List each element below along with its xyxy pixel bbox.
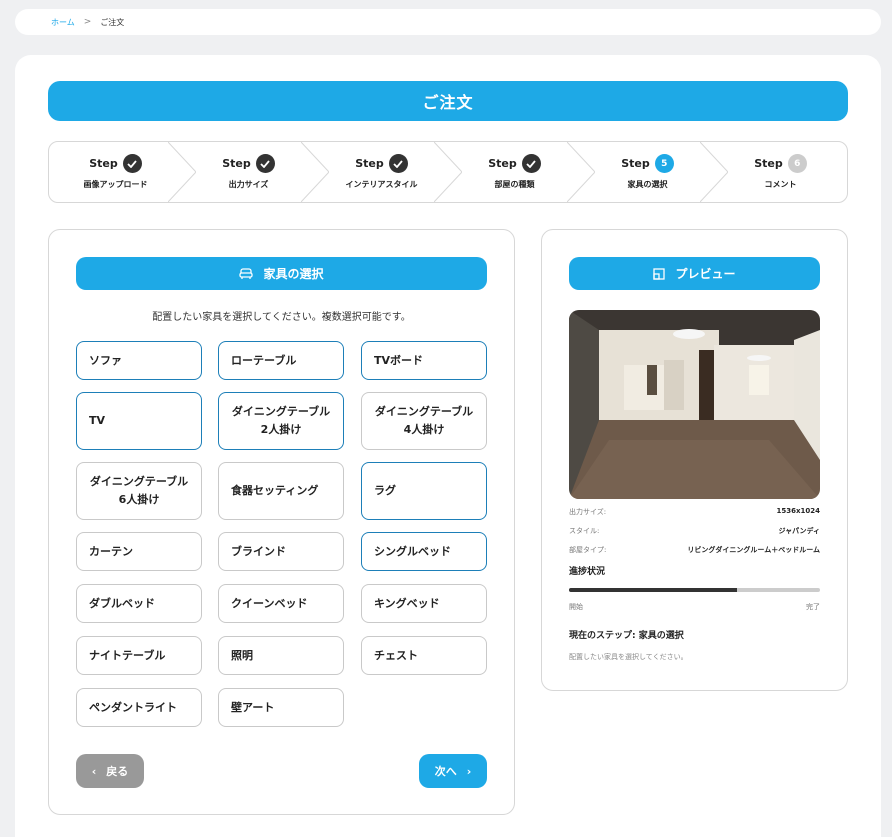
furniture-option[interactable]: シングルベッド [361, 532, 487, 571]
step-label: コメント [764, 180, 797, 189]
furniture-option[interactable]: ダブルベッド [76, 584, 202, 623]
furniture-option[interactable]: ソファ [76, 341, 202, 380]
furniture-panel-title: 家具の選択 [263, 267, 324, 281]
furniture-option[interactable]: 食器セッティング [218, 462, 344, 520]
preview-panel-header: プレビュー [569, 257, 820, 290]
chevron-right-icon: › [466, 764, 472, 778]
furniture-option[interactable]: ブラインド [218, 532, 344, 571]
furniture-option[interactable]: ダイニングテーブル 6人掛け [76, 462, 202, 520]
info-row-style: スタイル: ジャパンディ [569, 527, 820, 535]
order-card: ご注文 Step 画像アップロード Step 出力サイズ Step インテリアスタイル St… [15, 55, 881, 837]
next-button-label: 次へ [434, 765, 457, 778]
step-5: Step 5 家具の選択 [581, 142, 728, 202]
page-title: ご注文 [48, 81, 848, 121]
check-icon [521, 154, 541, 173]
progress-ends: 開始 完了 [569, 602, 820, 612]
next-button[interactable]: 次へ › [419, 754, 487, 788]
furniture-option[interactable]: ダイニングテーブル 2人掛け [218, 392, 344, 450]
step-word: Step [754, 157, 783, 170]
furniture-option[interactable]: ペンダントライト [76, 688, 202, 727]
furniture-option[interactable]: 照明 [218, 636, 344, 675]
progress-bar [569, 588, 820, 592]
furniture-panel-header: 家具の選択 [76, 257, 487, 290]
preview-icon [653, 267, 666, 280]
breadcrumb-current: ご注文 [100, 17, 125, 27]
info-row-room-type: 部屋タイプ: リビングダイニングルーム＋ベッドルーム [569, 546, 820, 554]
current-step-text: 現在のステップ: 家具の選択 [569, 631, 684, 641]
preview-panel: プレビュー 出力サイズ: 1536x1024 スタイル: ジャパンディ 部屋タイ… [541, 229, 848, 691]
furniture-instruction: 配置したい家具を選択してください。複数選択可能です。 [152, 312, 411, 323]
furniture-option[interactable]: TVボード [361, 341, 487, 380]
step-number-badge: 6 [787, 154, 807, 173]
breadcrumb-separator: > [83, 17, 92, 27]
step-word: Step [89, 157, 118, 170]
furniture-option[interactable]: クイーンベッド [218, 584, 344, 623]
back-button-label: 戻る [106, 765, 129, 778]
check-icon [255, 154, 275, 173]
furniture-option[interactable]: カーテン [76, 532, 202, 571]
furniture-option[interactable]: 壁アート [218, 688, 344, 727]
check-icon [122, 154, 142, 173]
step-4: Step 部屋の種類 [448, 142, 595, 202]
step-label: 家具の選択 [627, 180, 668, 189]
furniture-option[interactable]: キングベッド [361, 584, 487, 623]
furniture-panel: 家具の選択 配置したい家具を選択してください。複数選択可能です。 ソファ ローテー… [48, 229, 515, 815]
step-number-badge: 5 [654, 154, 674, 173]
preview-panel-title: プレビュー [675, 267, 736, 281]
progress-start-label: 開始 [569, 603, 583, 611]
step-word: Step [488, 157, 517, 170]
progress-label: 進捗状況 [569, 567, 606, 577]
progress-end-label: 完了 [806, 603, 820, 611]
back-button[interactable]: ‹ 戻る [76, 754, 144, 788]
breadcrumb: ホーム > ご注文 [15, 9, 881, 35]
step-label: インテリアスタイル [345, 180, 418, 189]
step-label: 部屋の種類 [494, 180, 535, 189]
info-row-output-size: 出力サイズ: 1536x1024 [569, 507, 820, 516]
step-label: 出力サイズ [228, 180, 269, 189]
step-indicator: Step 画像アップロード Step 出力サイズ Step インテリアスタイル Step 部屋… [48, 141, 848, 203]
step-3: Step インテリアスタイル [315, 142, 462, 202]
step-label: 画像アップロード [83, 180, 148, 189]
progress-bar-fill [569, 588, 738, 592]
current-step-description: 配置したい家具を選択してください。 [569, 653, 688, 661]
step-1: Step 画像アップロード [49, 142, 196, 202]
furniture-option[interactable]: ラグ [361, 462, 487, 520]
step-word: Step [222, 157, 251, 170]
furniture-option[interactable]: ダイニングテーブル 4人掛け [361, 392, 487, 450]
furniture-option[interactable]: ナイトテーブル [76, 636, 202, 675]
step-2: Step 出力サイズ [182, 142, 329, 202]
step-word: Step [355, 157, 384, 170]
sofa-icon [239, 267, 254, 279]
breadcrumb-home-link[interactable]: ホーム [51, 17, 75, 28]
step-word: Step [621, 157, 650, 170]
furniture-option[interactable]: チェスト [361, 636, 487, 675]
furniture-option[interactable]: ローテーブル [218, 341, 344, 380]
check-icon [388, 154, 408, 173]
step-6: Step 6 コメント [714, 142, 847, 202]
furniture-option[interactable]: TV [76, 392, 202, 450]
chevron-left-icon: ‹ [91, 764, 97, 778]
room-preview-image [569, 310, 820, 499]
